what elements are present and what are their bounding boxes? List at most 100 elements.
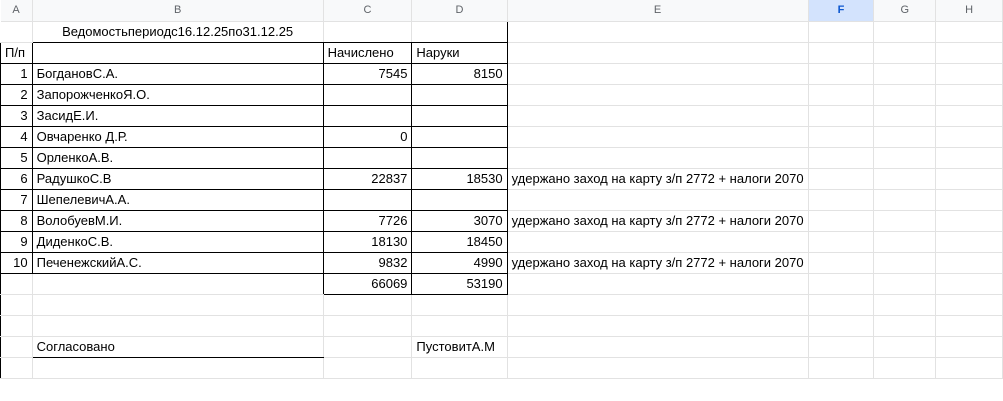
cell[interactable] [32,273,324,295]
cell[interactable] [935,273,1003,295]
cell[interactable] [935,126,1003,148]
cell[interactable] [808,336,875,358]
cell[interactable] [935,315,1003,337]
cell[interactable] [411,21,508,43]
cell[interactable] [507,357,809,379]
column-header-d[interactable]: D [411,0,508,22]
cell[interactable] [0,294,33,316]
cell[interactable] [935,42,1003,64]
cell[interactable] [32,294,324,316]
cell[interactable] [935,21,1003,43]
employee-name-cell[interactable]: Овчаренко Д.Р. [31,125,324,148]
cell[interactable] [32,357,324,379]
cell[interactable] [808,315,875,337]
row-number-cell[interactable]: 4 [0,125,33,148]
cell[interactable] [507,21,809,43]
row-number-cell[interactable]: 5 [0,146,33,169]
cell[interactable] [808,84,875,106]
cell[interactable] [935,336,1003,358]
cell[interactable] [873,84,937,106]
accrued-cell[interactable] [322,104,413,127]
approved-cell[interactable]: Согласовано [32,336,324,358]
employee-name-cell[interactable]: ВолобуевМ.И. [31,209,324,232]
row-number-cell[interactable]: 9 [0,230,33,253]
cell[interactable] [808,294,875,316]
header-name-cell[interactable] [31,41,324,64]
cell[interactable] [873,294,937,316]
cell[interactable] [935,294,1003,316]
note-cell[interactable] [507,147,809,169]
column-header-c[interactable]: C [323,0,413,22]
cash-cell[interactable] [411,188,508,211]
cell[interactable] [0,315,33,337]
cell[interactable] [873,21,937,43]
total-accrued-cell[interactable]: 66069 [323,273,413,295]
header-cash-cell[interactable]: Наруки [411,41,508,64]
cell[interactable] [0,21,33,43]
cash-cell[interactable] [411,125,508,148]
cell[interactable] [935,252,1003,274]
employee-name-cell[interactable]: БогдановС.А. [31,62,324,85]
cell[interactable] [873,252,937,274]
cell[interactable] [323,294,413,316]
cell[interactable] [323,21,413,43]
cash-cell[interactable]: 18450 [411,230,508,253]
cell[interactable] [935,210,1003,232]
accrued-cell[interactable]: 7545 [322,62,413,85]
cell[interactable] [808,42,875,64]
employee-name-cell[interactable]: ПеченежскийА.С. [31,251,324,274]
cash-cell[interactable] [411,146,508,169]
cell[interactable] [808,63,875,85]
employee-name-cell[interactable]: ДиденкоС.В. [31,230,324,253]
employee-name-cell[interactable]: РадушкоС.В [31,167,324,190]
cash-cell[interactable]: 8150 [411,62,508,85]
cell[interactable] [873,63,937,85]
cell[interactable] [873,231,937,253]
cell[interactable] [323,315,413,337]
employee-name-cell[interactable]: ЗасидЕ.И. [31,104,324,127]
accrued-cell[interactable]: 9832 [322,251,413,274]
signer-cell[interactable]: ПустовитА.М [411,336,508,358]
note-cell[interactable] [507,63,809,85]
cell[interactable] [507,42,809,64]
cell[interactable] [808,357,875,379]
accrued-cell[interactable]: 7726 [322,209,413,232]
cell[interactable] [808,21,875,43]
cell[interactable] [808,231,875,253]
cell[interactable] [873,336,937,358]
cell[interactable] [507,315,809,337]
cell[interactable] [873,273,937,295]
header-num-cell[interactable]: П/п [0,41,33,64]
cell[interactable] [935,63,1003,85]
cell[interactable] [935,189,1003,211]
cash-cell[interactable]: 3070 [411,209,508,232]
cell[interactable] [935,357,1003,379]
row-number-cell[interactable]: 7 [0,188,33,211]
cell[interactable] [507,294,809,316]
cell[interactable] [0,336,33,358]
cell[interactable] [808,168,875,190]
cell[interactable] [411,294,508,316]
total-cash-cell[interactable]: 53190 [411,273,508,295]
employee-name-cell[interactable]: ШепелевичА.А. [31,188,324,211]
cell[interactable] [32,315,324,337]
row-number-cell[interactable]: 8 [0,209,33,232]
cell[interactable] [873,105,937,127]
cell[interactable] [935,147,1003,169]
cash-cell[interactable]: 4990 [411,251,508,274]
cell[interactable] [808,147,875,169]
accrued-cell[interactable] [322,146,413,169]
cell[interactable] [507,336,809,358]
accrued-cell[interactable]: 22837 [322,167,413,190]
cell[interactable] [411,357,508,379]
header-accrued-cell[interactable]: Начислено [322,41,413,64]
cell[interactable] [808,273,875,295]
row-number-cell[interactable]: 1 [0,62,33,85]
note-cell[interactable]: удержано заход на карту з/п 2772 + налог… [507,168,809,190]
note-cell[interactable]: удержано заход на карту з/п 2772 + налог… [507,210,809,232]
cell[interactable] [873,357,937,379]
column-header-f[interactable]: F [808,0,875,22]
cell[interactable] [873,210,937,232]
note-cell[interactable] [507,105,809,127]
column-header-b[interactable]: B [32,0,324,22]
